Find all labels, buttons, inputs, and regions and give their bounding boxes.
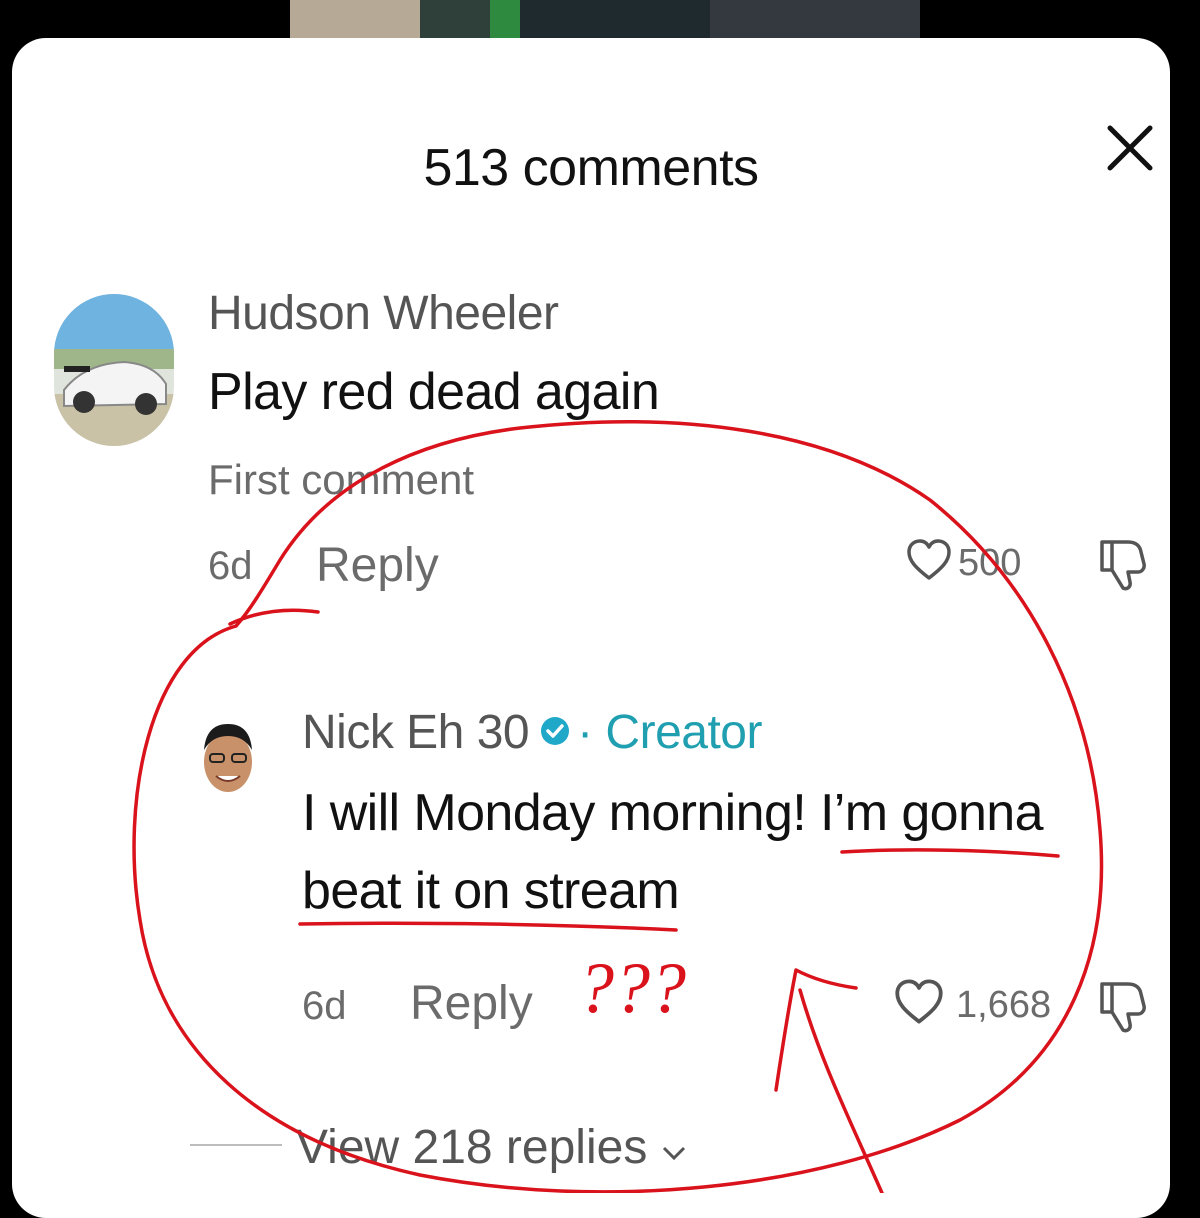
reply-username[interactable]: Nick Eh 30 · Creator [302,704,762,767]
comment-time: 6d [208,544,253,588]
like-count: 500 [958,542,1022,584]
verified-badge-icon [539,704,571,759]
dislike-icon[interactable] [1096,974,1152,1041]
heart-icon[interactable] [906,538,952,587]
dislike-icon[interactable] [1096,532,1152,599]
close-icon[interactable] [1100,118,1160,178]
video-background [290,0,920,40]
view-replies-divider [190,1144,282,1146]
comments-sheet: 513 comments Hudson Wheeler Play red dea… [12,38,1170,1218]
comment-text: Play red dead again [208,363,660,421]
view-replies-button[interactable]: View 218 replies [296,1120,687,1175]
reply-text-line-2: beat it on stream [302,862,680,920]
like-count: 1,668 [956,984,1052,1026]
reply-text-line-1: I will Monday morning! I’m gonna [302,784,1044,842]
first-comment-tag: First comment [208,456,475,503]
reply-username-text: Nick Eh 30 [302,706,530,760]
avatar[interactable] [54,294,174,446]
comments-title: 513 comments [423,139,759,197]
reply-button[interactable]: Reply [316,538,439,593]
chevron-down-icon [661,1121,687,1174]
reply-time: 6d [302,984,347,1028]
heart-icon[interactable] [894,978,944,1031]
avatar[interactable] [188,710,268,810]
reply-button[interactable]: Reply [410,976,533,1031]
creator-badge: · Creator [577,706,762,760]
view-replies-label: View 218 replies [296,1121,648,1174]
comment-username[interactable]: Hudson Wheeler [208,286,559,341]
